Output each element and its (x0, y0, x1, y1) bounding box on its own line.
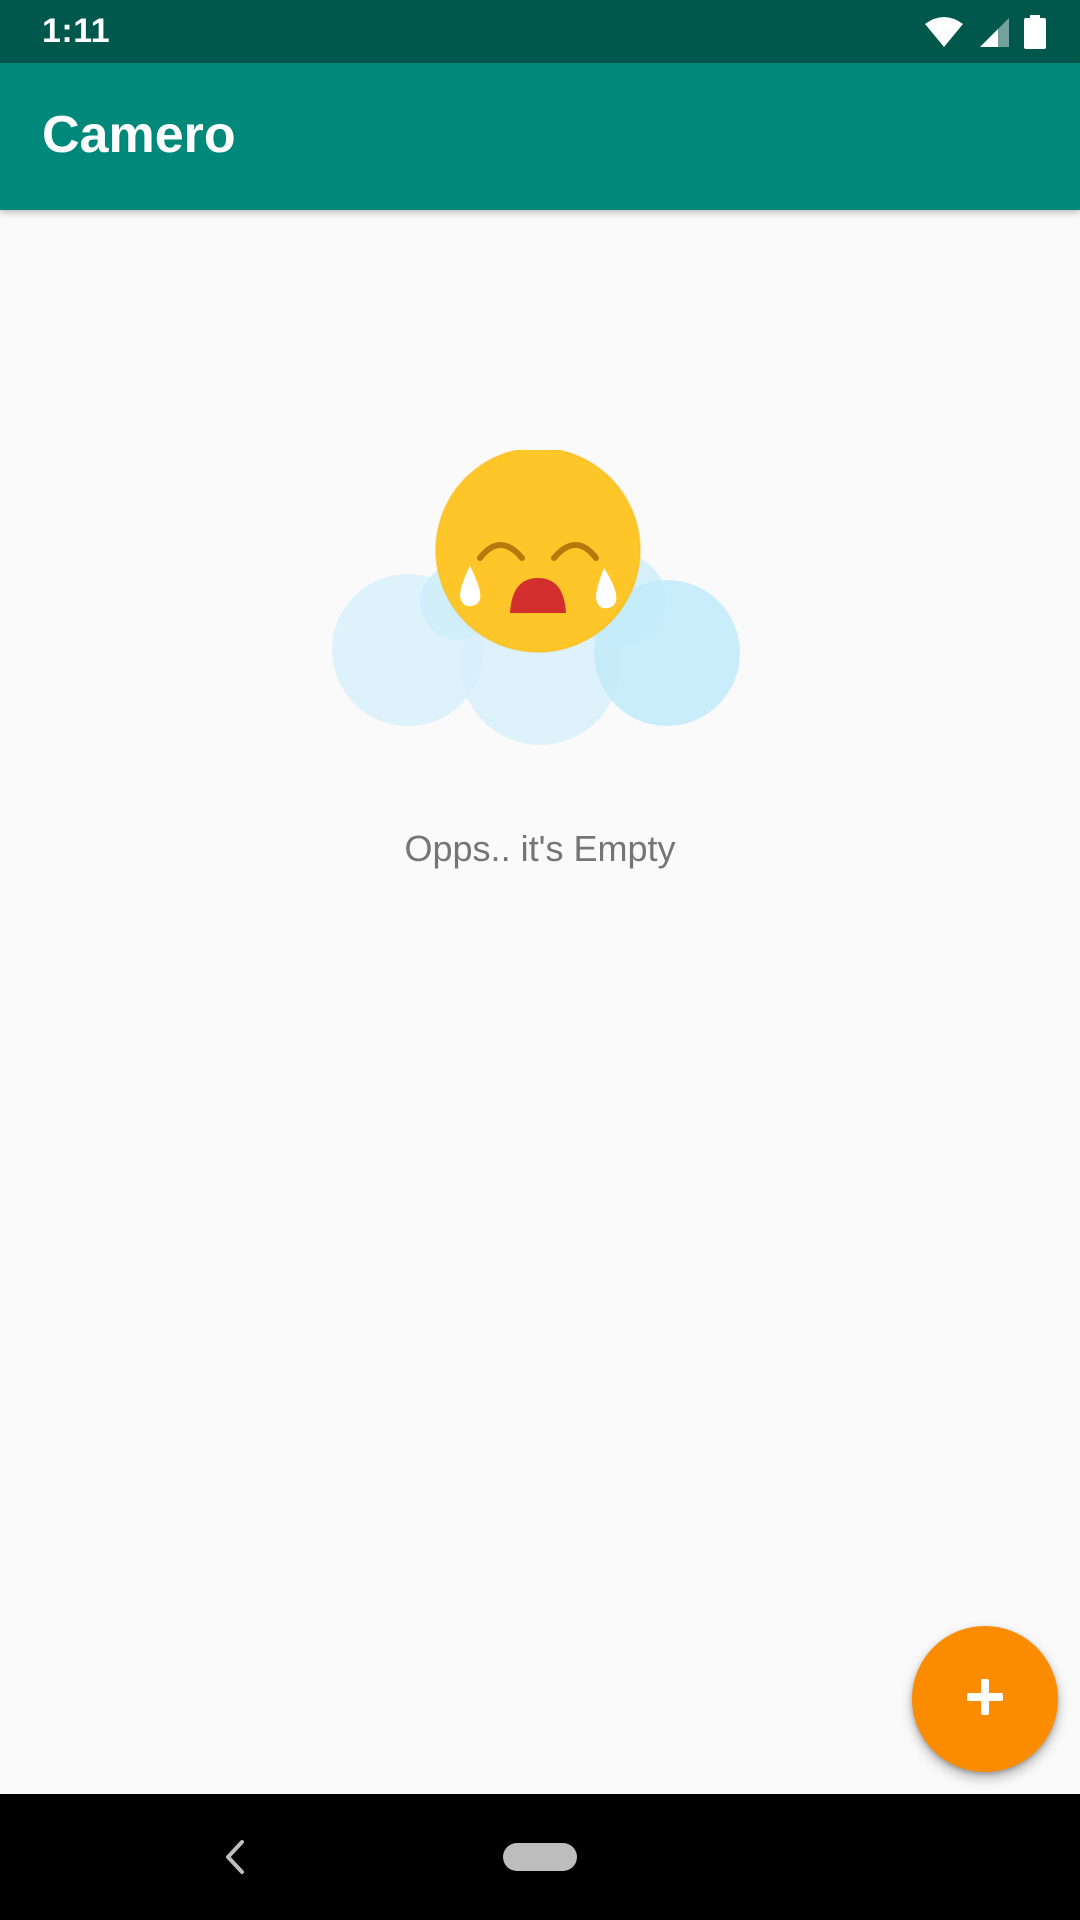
back-icon[interactable] (214, 1832, 254, 1882)
home-pill-icon[interactable] (503, 1843, 577, 1871)
status-icons (924, 14, 1046, 50)
screen: 1:11 Camero Opps.. it's Empty (0, 0, 1080, 1920)
empty-state-message: Opps.. it's Empty (404, 828, 676, 869)
app-bar: Camero (0, 63, 1080, 210)
cellular-signal-icon (978, 16, 1010, 48)
status-time: 1:11 (42, 12, 111, 50)
crying-face-on-cloud-icon (320, 447, 760, 780)
add-button[interactable] (912, 1626, 1058, 1772)
app-title: Camero (42, 106, 236, 164)
navigation-bar (0, 1794, 1080, 1920)
content-area: Opps.. it's Empty (0, 210, 1080, 1794)
battery-icon (1024, 15, 1046, 49)
status-bar: 1:11 (0, 0, 1080, 63)
wifi-icon (924, 16, 964, 48)
plus-icon (965, 1677, 1005, 1722)
